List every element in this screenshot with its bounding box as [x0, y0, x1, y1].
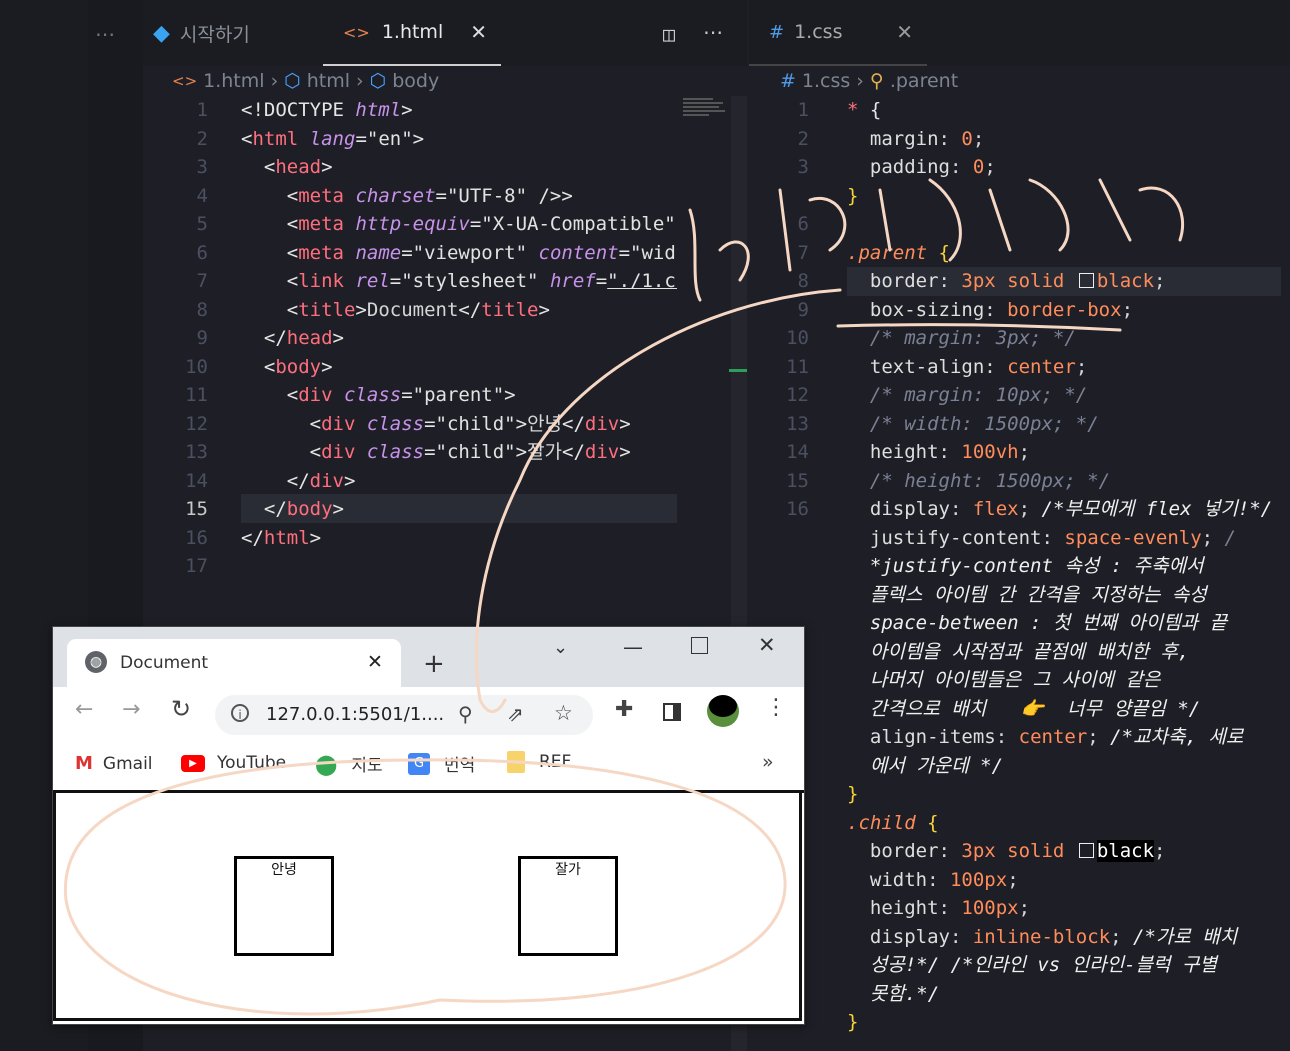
annotation-underline [836, 323, 1122, 332]
annotation-ellipse [63, 758, 787, 1016]
annotation-curve [474, 288, 842, 713]
handwritten-annotation: 한번 꽉차게 [63, 178, 1185, 1016]
annotation-text: 한번 꽉차게 [700, 264, 897, 310]
